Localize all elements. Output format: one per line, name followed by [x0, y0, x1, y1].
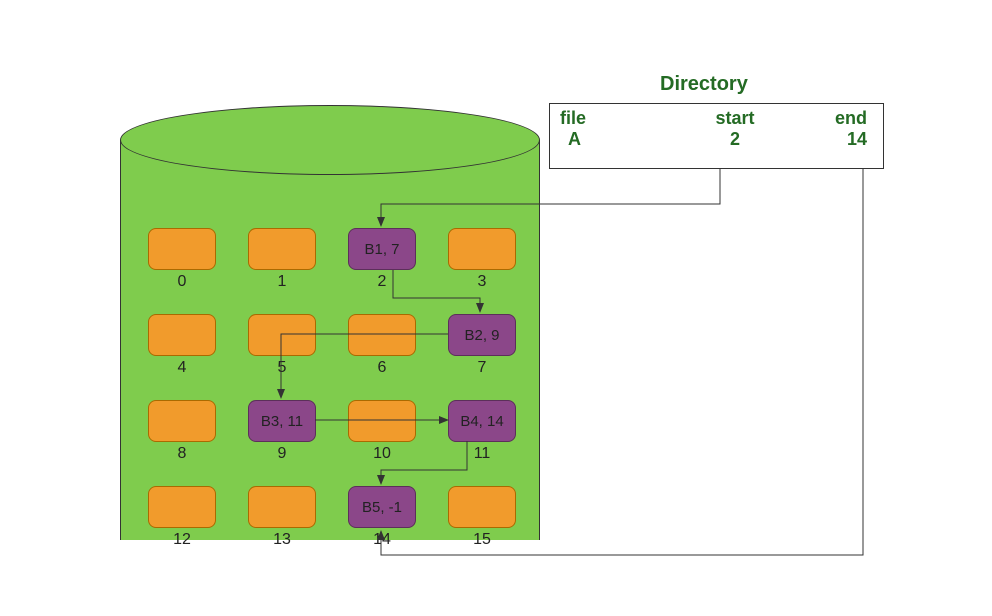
disk-block-13: 13 [248, 486, 316, 528]
disk-block-4: 4 [148, 314, 216, 356]
disk-blocks-grid: 01B1, 723 456B2, 97 8B3, 11910B4, 1411 1… [148, 228, 560, 572]
disk-block-15: 15 [448, 486, 516, 528]
disk-block-7: B2, 97 [448, 314, 516, 356]
directory-table: file start end A 2 14 [549, 103, 884, 169]
disk-block-11: B4, 1411 [448, 400, 516, 442]
disk-block-14: B5, -114 [348, 486, 416, 528]
block-index: 11 [474, 445, 491, 463]
block-index: 7 [478, 359, 487, 377]
disk-block-8: 8 [148, 400, 216, 442]
block-label: B3, 11 [261, 413, 303, 430]
block-label: B1, 7 [364, 241, 399, 258]
disk-block-3: 3 [448, 228, 516, 270]
block-label: B4, 14 [460, 413, 503, 430]
block-label: B5, -1 [362, 499, 402, 516]
disk-block-1: 1 [248, 228, 316, 270]
disk-block-10: 10 [348, 400, 416, 442]
block-index: 8 [178, 445, 187, 463]
dir-start: 2 [670, 129, 800, 150]
dir-header-end: end [800, 108, 873, 129]
block-index: 12 [173, 531, 191, 549]
disk-block-0: 0 [148, 228, 216, 270]
block-index: 10 [373, 445, 391, 463]
dir-header-start: start [670, 108, 800, 129]
disk-block-2: B1, 72 [348, 228, 416, 270]
block-index: 3 [478, 273, 487, 291]
block-index: 6 [378, 359, 387, 377]
disk-block-12: 12 [148, 486, 216, 528]
dir-end: 14 [800, 129, 873, 150]
disk-block-5: 5 [248, 314, 316, 356]
block-index: 15 [473, 531, 491, 549]
block-index: 4 [178, 359, 187, 377]
disk-block-9: B3, 119 [248, 400, 316, 442]
block-index: 2 [378, 273, 387, 291]
block-label: B2, 9 [464, 327, 499, 344]
directory-title: Directory [660, 73, 748, 96]
block-index: 0 [178, 273, 187, 291]
disk-block-6: 6 [348, 314, 416, 356]
block-index: 9 [278, 445, 287, 463]
block-index: 1 [278, 273, 287, 291]
dir-header-file: file [560, 108, 670, 129]
block-index: 5 [278, 359, 287, 377]
block-index: 14 [373, 531, 391, 549]
dir-file: A [560, 129, 670, 150]
block-index: 13 [273, 531, 291, 549]
